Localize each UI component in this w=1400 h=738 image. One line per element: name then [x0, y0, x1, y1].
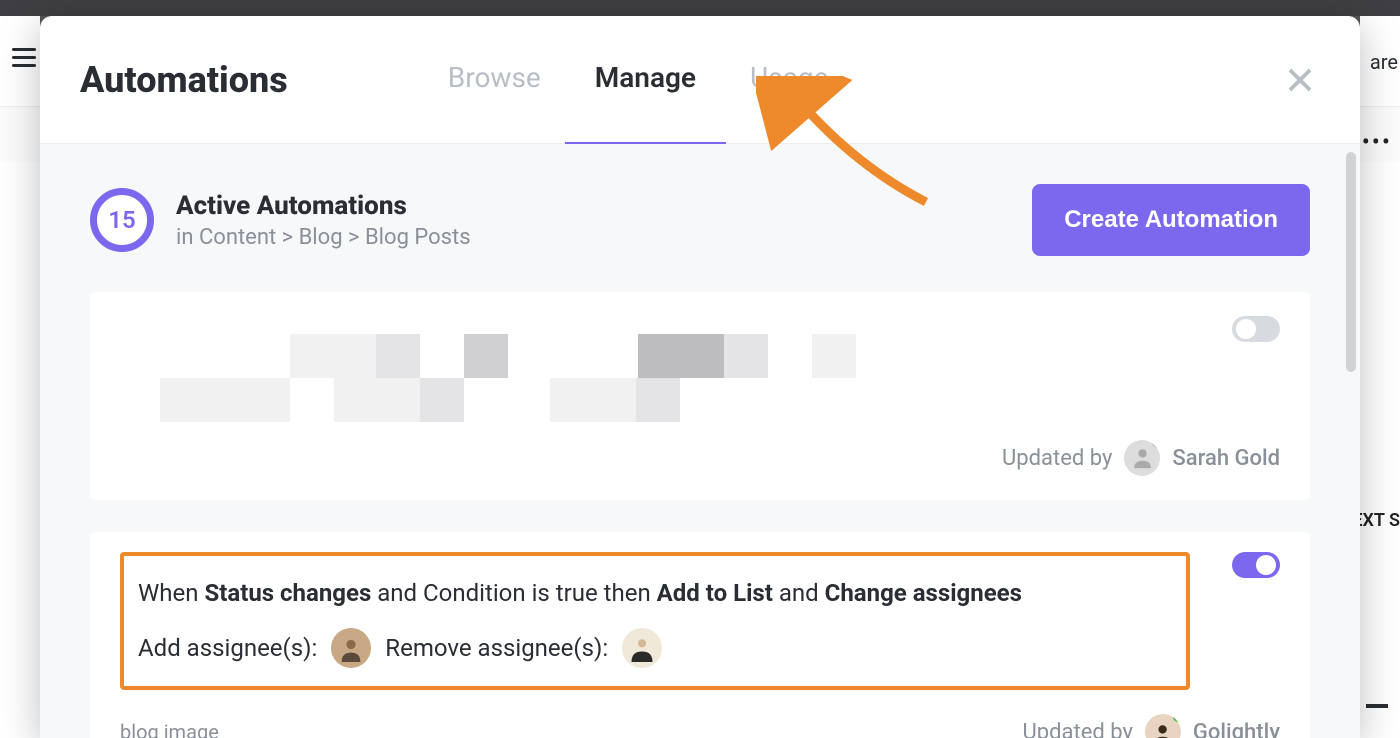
summary-left: 15 Active Automations in Content > Blog … [90, 188, 471, 252]
automation-toggle-on[interactable] [1232, 552, 1280, 578]
summary-row: 15 Active Automations in Content > Blog … [90, 184, 1310, 256]
annotation-highlight-box: When Status changes and Condition is tru… [120, 552, 1190, 690]
more-icon: ••• [1362, 128, 1392, 156]
remove-assignee-label: Remove assignee(s): [385, 634, 608, 662]
tab-usage[interactable]: Usage [750, 61, 828, 98]
bg-dash [1366, 704, 1388, 708]
avatar [1145, 714, 1181, 738]
active-automations-title: Active Automations [176, 191, 471, 221]
assignee-line: Add assignee(s): Remove assignee(s): [138, 628, 1172, 668]
automations-modal: Automations Browse Manage Usage 15 Activ… [40, 16, 1360, 738]
bg-strip-left2 [0, 106, 40, 162]
tab-browse[interactable]: Browse [448, 61, 541, 98]
card-footer: Updated by Sarah Gold [120, 440, 1280, 476]
tabs: Browse Manage Usage [448, 61, 829, 98]
modal-body: 15 Active Automations in Content > Blog … [40, 144, 1360, 738]
menu-icon [12, 48, 36, 66]
avatar-remove-assignee [622, 628, 662, 668]
bg-strip-left3 [0, 162, 40, 738]
automation-count-badge: 15 [90, 188, 154, 252]
redacted-content-2 [120, 378, 1280, 422]
automation-card-highlighted[interactable]: When Status changes and Condition is tru… [90, 532, 1310, 738]
breadcrumb: in Content > Blog > Blog Posts [176, 225, 471, 250]
avatar-add-assignee [331, 628, 371, 668]
tab-manage[interactable]: Manage [595, 61, 696, 98]
redacted-content [120, 334, 1280, 378]
avatar [1124, 440, 1160, 476]
scrollbar[interactable] [1346, 152, 1356, 372]
updated-by-label: Updated by [1002, 446, 1112, 471]
updated-by: Updated by Golightly [1023, 714, 1280, 738]
automation-name-label: blog image [120, 720, 219, 738]
close-button[interactable] [1280, 60, 1320, 100]
close-icon [1285, 65, 1315, 95]
updated-by: Updated by Sarah Gold [1002, 440, 1280, 476]
add-assignee-label: Add assignee(s): [138, 634, 317, 662]
updated-by-label: Updated by [1023, 720, 1133, 738]
card-footer: blog image Updated by Golightly [120, 714, 1280, 738]
bg-share-text: are [1370, 50, 1398, 74]
automation-rule-text: When Status changes and Condition is tru… [138, 574, 1172, 612]
bg-strip-right3 [1360, 162, 1400, 738]
create-automation-button[interactable]: Create Automation [1032, 184, 1310, 256]
automation-toggle-off[interactable] [1232, 316, 1280, 342]
updater-name: Sarah Gold [1172, 446, 1280, 471]
summary-text: Active Automations in Content > Blog > B… [176, 191, 471, 250]
automation-card-redacted[interactable]: Updated by Sarah Gold [90, 292, 1310, 500]
modal-header: Automations Browse Manage Usage [40, 16, 1360, 144]
bg-top-strip [0, 0, 1400, 16]
updater-name: Golightly [1193, 720, 1280, 738]
modal-title: Automations [80, 59, 288, 101]
